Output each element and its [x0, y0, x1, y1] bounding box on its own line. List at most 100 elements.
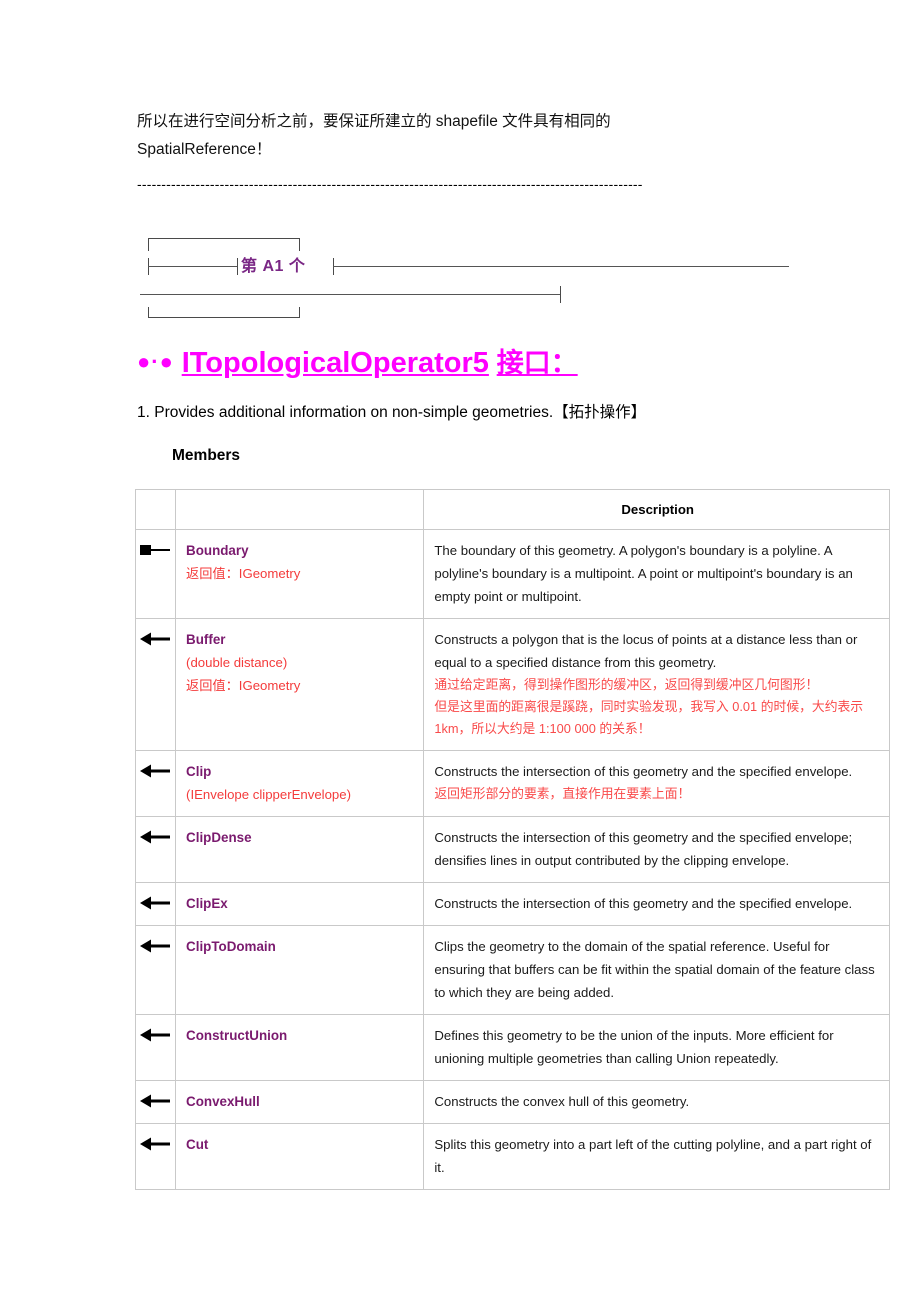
member-link[interactable]: ClipDense: [186, 826, 415, 849]
arrow-left-icon: [140, 1133, 173, 1151]
member-link[interactable]: Boundary: [186, 539, 415, 562]
member-return-type: 返回值：IGeometry: [186, 678, 301, 693]
ornament-line: [148, 238, 300, 239]
description-text: Constructs the convex hull of this geome…: [434, 1094, 690, 1109]
description-annotation: 返回矩形部分的要素，直接作用在要素上面！: [434, 786, 691, 801]
header-description-col: Description: [423, 489, 890, 530]
table-body: Boundary 返回值：IGeometry The boundary of thi…: [134, 529, 890, 1190]
member-link[interactable]: Cut: [186, 1133, 415, 1156]
member-description-cell: Clips the geometry to the domain of the …: [423, 925, 890, 1015]
member-name-cell: Cut: [175, 1123, 425, 1190]
arrow-left-icon: [140, 935, 173, 953]
table-row: ClipEx Constructs the intersection of thi…: [134, 882, 890, 926]
member-icon-cell: [134, 529, 177, 619]
member-name-cell: ClipToDomain: [175, 925, 425, 1015]
description-text: Constructs the intersection of this geom…: [434, 830, 853, 868]
member-link[interactable]: ClipToDomain: [186, 935, 415, 958]
member-description-cell: Splits this geometry into a part left of…: [423, 1123, 890, 1190]
ornament-line: [148, 317, 300, 318]
table-row: ConvexHull Constructs the convex hull of …: [134, 1080, 890, 1124]
member-name-cell: Buffer (double distance) 返回值：IGeometry: [175, 618, 425, 751]
header-icon-col: [134, 489, 177, 530]
table-header-row: Description: [134, 489, 890, 530]
page-title-suffix: 接口：: [496, 348, 578, 378]
table-row: ConstructUnion Defines this geometry to b…: [134, 1014, 890, 1081]
member-name-cell: ConstructUnion: [175, 1014, 425, 1081]
section-marker-label: 第 A1 个: [241, 258, 306, 275]
ornament-line: [560, 286, 561, 303]
arrow-left-icon: [140, 892, 173, 910]
member-link[interactable]: ClipEx: [186, 892, 415, 915]
bullet-marker-icon: ●·●: [137, 349, 174, 374]
table-row: ClipToDomain Clips the geometry to the do…: [134, 925, 890, 1015]
table-row: Buffer (double distance) 返回值：IGeometry Cons…: [134, 618, 890, 751]
table-row: ClipDense Constructs the intersection of …: [134, 816, 890, 883]
ornament-line: [299, 238, 300, 251]
numbered-note: 1. Provides additional information on no…: [137, 404, 647, 421]
arrow-left-icon: [140, 628, 173, 646]
description-text: Constructs the intersection of this geom…: [434, 764, 853, 779]
member-link[interactable]: Buffer: [186, 628, 415, 651]
member-name-cell: Boundary 返回值：IGeometry: [175, 529, 425, 619]
member-signature: (IEnvelope clipperEnvelope): [186, 787, 351, 802]
header-member-col: [175, 489, 425, 530]
member-name-cell: Clip (IEnvelope clipperEnvelope): [175, 750, 425, 817]
ornament-line: [148, 266, 238, 267]
method-square-icon: [140, 539, 173, 557]
section-marker-ornament: 第 A1 个: [137, 236, 797, 318]
description-text: The boundary of this geometry. A polygon…: [434, 543, 853, 604]
member-description-cell: Constructs the intersection of this geom…: [423, 816, 890, 883]
description-text: Defines this geometry to be the union of…: [434, 1028, 834, 1066]
table-row: Clip (IEnvelope clipperEnvelope) Construct…: [134, 750, 890, 817]
ornament-line: [299, 307, 300, 318]
description-text: Splits this geometry into a part left of…: [434, 1137, 872, 1175]
member-description-cell: Constructs the intersection of this geom…: [423, 882, 890, 926]
description-text: Constructs the intersection of this geom…: [434, 896, 853, 911]
member-return-type: 返回值：IGeometry: [186, 566, 301, 581]
page-title-text: ITopologicalOperator5: [181, 347, 489, 379]
page-title: ●·● ITopologicalOperator5 接口：: [137, 344, 578, 381]
description-text: Constructs a polygon that is the locus o…: [434, 632, 858, 670]
member-description-cell: Constructs the intersection of this geom…: [423, 750, 890, 817]
description-text: Clips the geometry to the domain of the …: [434, 939, 875, 1000]
member-icon-cell: [134, 816, 177, 883]
member-description-cell: Defines this geometry to be the union of…: [423, 1014, 890, 1081]
ornament-line: [237, 258, 238, 275]
members-table: Description Boundary 返回值：IGeometry The bou…: [134, 489, 890, 1190]
member-signature: (double distance): [186, 655, 288, 670]
intro-line-2: SpatialReference！: [137, 141, 272, 158]
member-icon-cell: [134, 1014, 177, 1081]
arrow-left-icon: [140, 1090, 173, 1108]
description-annotation: 但是这里面的距离很是蹊跷，同时实验发现，我写入 0.01 的时候，大约表示 1k…: [434, 699, 864, 736]
ornament-line: [148, 238, 149, 251]
document-page: 所以在进行空间分析之前，要保证所建立的 shapefile 文件具有相同的 Sp…: [0, 0, 920, 1302]
member-description-cell: The boundary of this geometry. A polygon…: [423, 529, 890, 619]
table-header: Description: [134, 489, 890, 530]
intro-paragraph: 所以在进行空间分析之前，要保证所建立的 shapefile 文件具有相同的 Sp…: [137, 108, 817, 164]
table-row: Cut Splits this geometry into a part left…: [134, 1123, 890, 1190]
member-icon-cell: [134, 882, 177, 926]
arrow-left-icon: [140, 760, 173, 778]
member-icon-cell: [134, 1123, 177, 1190]
members-heading: Members: [172, 447, 241, 464]
member-link[interactable]: ConstructUnion: [186, 1024, 415, 1047]
member-description-cell: Constructs the convex hull of this geome…: [423, 1080, 890, 1124]
member-icon-cell: [134, 925, 177, 1015]
description-annotation: 通过给定距离，得到操作图形的缓冲区，返回得到缓冲区几何图形！: [434, 677, 819, 692]
arrow-left-icon: [140, 826, 173, 844]
member-name-cell: ClipDense: [175, 816, 425, 883]
intro-line-1: 所以在进行空间分析之前，要保证所建立的 shapefile 文件具有相同的: [137, 113, 611, 130]
arrow-left-icon: [140, 1024, 173, 1042]
table-row: Boundary 返回值：IGeometry The boundary of thi…: [134, 529, 890, 619]
member-name-cell: ClipEx: [175, 882, 425, 926]
member-icon-cell: [134, 1080, 177, 1124]
member-icon-cell: [134, 750, 177, 817]
ornament-line: [140, 294, 561, 295]
member-description-cell: Constructs a polygon that is the locus o…: [423, 618, 890, 751]
member-name-cell: ConvexHull: [175, 1080, 425, 1124]
member-icon-cell: [134, 618, 177, 751]
member-link[interactable]: ConvexHull: [186, 1090, 415, 1113]
dashed-separator: ----------------------------------------…: [137, 176, 643, 192]
ornament-line: [333, 266, 789, 267]
member-link[interactable]: Clip: [186, 760, 415, 783]
